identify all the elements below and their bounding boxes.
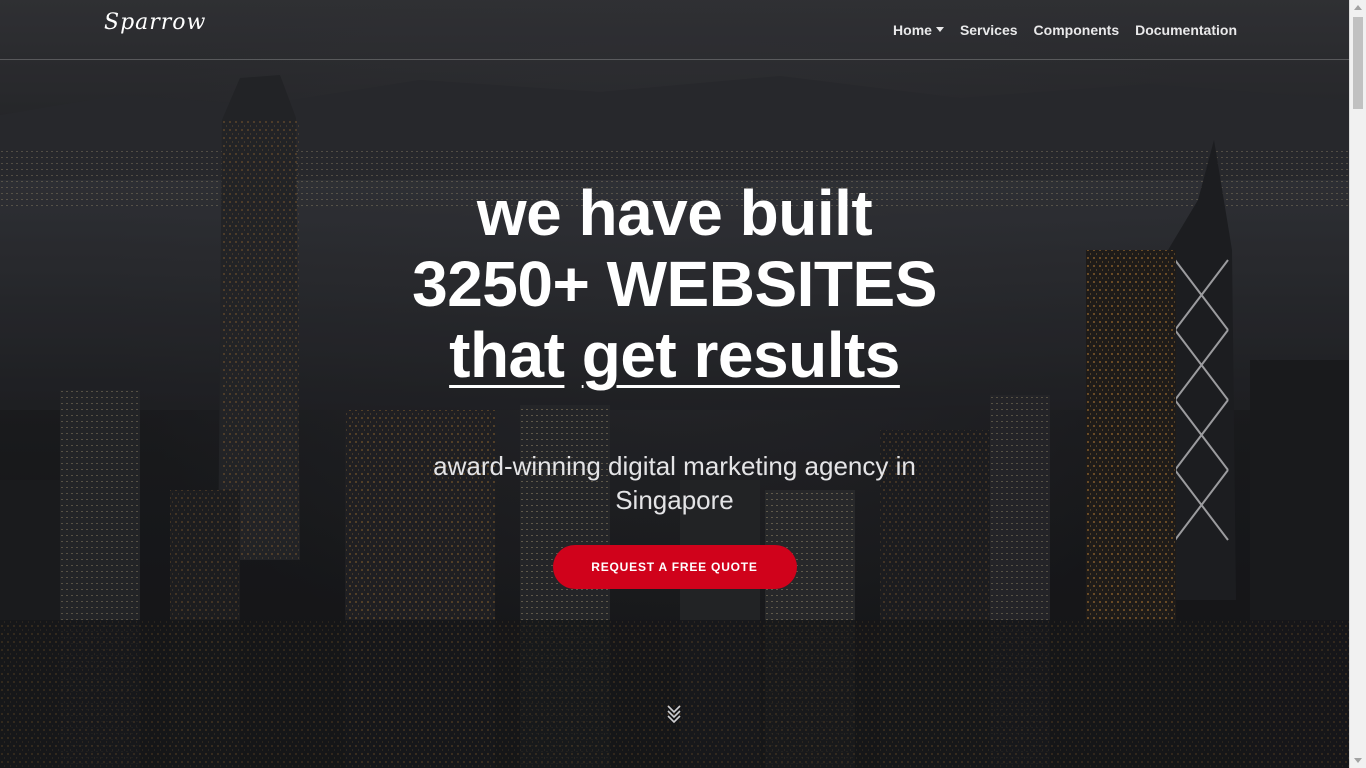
scrollbar-thumb[interactable]	[1353, 17, 1363, 109]
brand-logo[interactable]: Sparrow	[104, 10, 206, 35]
nav-item-documentation-label: Documentation	[1135, 21, 1237, 38]
nav-item-services-label: Services	[959, 21, 1018, 38]
nav-item-components[interactable]: Components	[1034, 22, 1120, 38]
scroll-down-arrow-icon[interactable]	[1354, 758, 1362, 763]
headline-line-1: we have built	[476, 177, 873, 249]
navbar: Sparrow Home Services Components Documen…	[0, 0, 1349, 60]
page: Sparrow Home Services Components Documen…	[0, 0, 1349, 768]
nav-item-home[interactable]: Home	[893, 22, 944, 38]
chevron-down-icon	[935, 27, 944, 32]
nav-item-components-label: Components	[1033, 21, 1120, 38]
nav-item-home-label: Home	[893, 21, 932, 38]
headline-underlined-get-results: get results	[581, 319, 901, 391]
nav-item-documentation[interactable]: Documentation	[1135, 22, 1237, 38]
main-nav: Home Services Components Documentation	[893, 0, 1237, 59]
request-quote-button[interactable]: REQUEST A FREE QUOTE	[552, 545, 797, 589]
chevrons-down-icon[interactable]	[666, 702, 682, 724]
headline-line-3: that get results	[0, 320, 1349, 391]
hero-section: we have built 3250+ WEBSITES that get re…	[0, 178, 1349, 589]
hero-headline: we have built 3250+ WEBSITES that get re…	[0, 178, 1349, 391]
page-scrollbar[interactable]	[1349, 0, 1366, 768]
hero-subtitle: award-winning digital marketing agency i…	[433, 451, 916, 515]
headline-line-2: 3250+ WEBSITES	[412, 248, 937, 320]
scroll-up-arrow-icon[interactable]	[1354, 5, 1362, 10]
nav-item-services[interactable]: Services	[960, 22, 1018, 38]
headline-underlined-that: that	[449, 319, 565, 391]
